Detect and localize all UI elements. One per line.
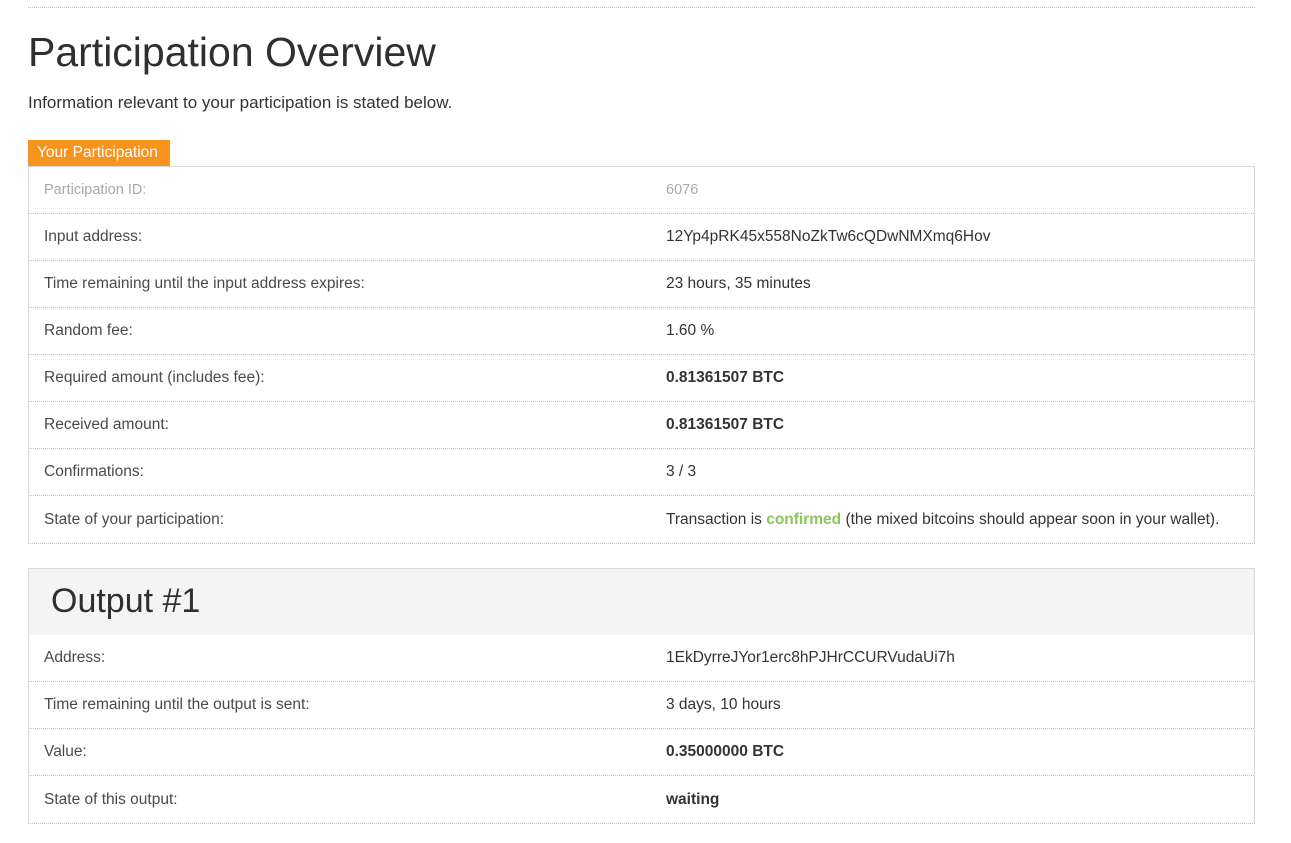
page-title: Participation Overview bbox=[28, 26, 1255, 79]
content-area: Participation Overview Information relev… bbox=[28, 0, 1255, 824]
page: Participation Overview Information relev… bbox=[0, 0, 1291, 843]
state-text-suffix: (the mixed bitcoins should appear soon i… bbox=[841, 511, 1219, 528]
output-row: Address:1EkDyrreJYor1erc8hPJHrCCURVudaUi… bbox=[29, 635, 1254, 682]
output-row-value: 0.35000000 BTC bbox=[656, 737, 1254, 767]
participation-row-value: 0.81361507 BTC bbox=[656, 363, 1254, 393]
confirmed-status-badge: confirmed bbox=[766, 511, 841, 528]
output-row: Time remaining until the output is sent:… bbox=[29, 682, 1254, 729]
output-row-value: 3 days, 10 hours bbox=[656, 690, 1254, 720]
output-table: Address:1EkDyrreJYor1erc8hPJHrCCURVudaUi… bbox=[29, 635, 1254, 823]
page-subtitle: Information relevant to your participati… bbox=[28, 91, 1255, 115]
output-row-label: Value: bbox=[29, 737, 656, 767]
participation-row-label: Random fee: bbox=[29, 316, 656, 346]
output-title: Output #1 bbox=[29, 569, 1254, 635]
output-row: State of this output:waiting bbox=[29, 776, 1254, 823]
participation-row-value: 6076 bbox=[656, 176, 1254, 204]
participation-row-value: 0.81361507 BTC bbox=[656, 410, 1254, 440]
your-participation-badge: Your Participation bbox=[28, 140, 170, 166]
waiting-status-badge: waiting bbox=[656, 785, 1254, 815]
participation-row: Input address:12Yp4pRK45x558NoZkTw6cQDwN… bbox=[29, 214, 1254, 261]
participation-row-label: Confirmations: bbox=[29, 457, 656, 487]
participation-row: Required amount (includes fee):0.8136150… bbox=[29, 355, 1254, 402]
participation-row: Received amount:0.81361507 BTC bbox=[29, 402, 1254, 449]
participation-row: Confirmations:3 / 3 bbox=[29, 449, 1254, 496]
output-row-value: 1EkDyrreJYor1erc8hPJHrCCURVudaUi7h bbox=[656, 643, 1254, 673]
top-divider bbox=[28, 0, 1255, 8]
output-panel: Output #1 Address:1EkDyrreJYor1erc8hPJHr… bbox=[28, 568, 1255, 824]
participation-row-value: 1.60 % bbox=[656, 316, 1254, 346]
output-row-label: Address: bbox=[29, 643, 656, 673]
participation-row-value: 23 hours, 35 minutes bbox=[656, 269, 1254, 299]
participation-row-value: Transaction is confirmed (the mixed bitc… bbox=[656, 505, 1254, 535]
participation-row-label: Required amount (includes fee): bbox=[29, 363, 656, 393]
output-row-label: State of this output: bbox=[29, 785, 656, 815]
participation-row: Participation ID:6076 bbox=[29, 167, 1254, 214]
participation-row-label: Time remaining until the input address e… bbox=[29, 269, 656, 299]
participation-row-value: 3 / 3 bbox=[656, 457, 1254, 487]
participation-row-label: Participation ID: bbox=[29, 176, 656, 204]
participation-row-label: Received amount: bbox=[29, 410, 656, 440]
participation-row-label: State of your participation: bbox=[29, 505, 656, 535]
state-text-prefix: Transaction is bbox=[666, 511, 766, 528]
participation-row: Random fee:1.60 % bbox=[29, 308, 1254, 355]
participation-row: State of your participation:Transaction … bbox=[29, 496, 1254, 543]
participation-row-label: Input address: bbox=[29, 222, 656, 252]
participation-table: Participation ID:6076Input address:12Yp4… bbox=[28, 166, 1255, 544]
participation-row: Time remaining until the input address e… bbox=[29, 261, 1254, 308]
participation-row-value: 12Yp4pRK45x558NoZkTw6cQDwNMXmq6Hov bbox=[656, 222, 1254, 252]
output-row-label: Time remaining until the output is sent: bbox=[29, 690, 656, 720]
output-row: Value:0.35000000 BTC bbox=[29, 729, 1254, 776]
